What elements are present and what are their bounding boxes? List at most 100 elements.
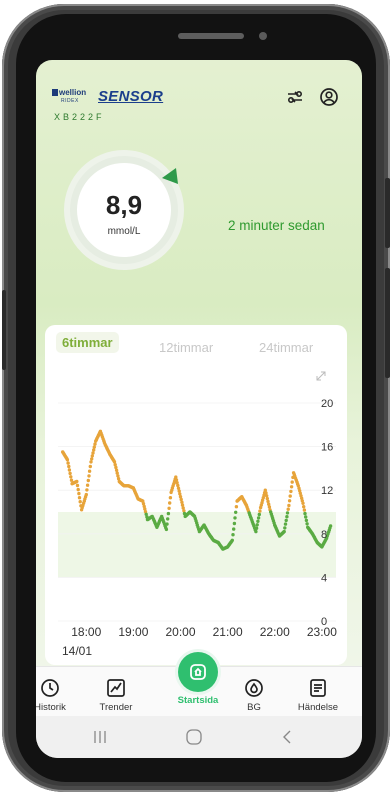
event-icon (288, 672, 348, 698)
glucose-point (257, 512, 261, 517)
nav-handelse[interactable]: Händelse (288, 667, 348, 713)
glucose-point (85, 483, 90, 487)
glucose-point (258, 509, 262, 513)
glucose-point (288, 494, 292, 498)
glucose-point (76, 487, 80, 492)
glucose-point (283, 526, 287, 530)
recents-icon[interactable] (94, 731, 106, 743)
app-screen: wellion RIDEX SENSOR XB222F 8,9 mmol/L 2… (36, 60, 362, 758)
glucose-point (304, 518, 309, 523)
glucose-point (305, 522, 309, 526)
x-tick-label: 19:00 (118, 625, 148, 639)
glucose-point (92, 445, 96, 449)
glucose-point (92, 448, 96, 452)
glucose-point (87, 469, 92, 473)
glucose-point (75, 483, 80, 488)
glucose-point (284, 518, 288, 523)
nav-historik[interactable]: Historik (36, 667, 80, 713)
glucose-point (77, 491, 81, 496)
glucose-point (254, 529, 258, 534)
glucose-point (67, 468, 72, 472)
home-circle-icon[interactable] (186, 729, 202, 745)
glucose-point (84, 492, 88, 497)
glucose-point (174, 478, 179, 482)
glucose-point (282, 529, 286, 534)
glucose-point (230, 538, 234, 542)
glucose-point (290, 480, 294, 484)
glucose-point (67, 464, 71, 469)
glucose-point (90, 454, 94, 458)
glucose-point (234, 505, 239, 509)
x-tick-label: 18:00 (71, 625, 101, 639)
glucose-point (233, 516, 237, 520)
glucose-point (287, 499, 292, 503)
glucose-point (285, 511, 290, 515)
nav-label: Historik (36, 702, 66, 713)
glucose-point (75, 479, 79, 484)
x-tick-label: 21:00 (213, 625, 243, 639)
glucose-point (286, 507, 290, 511)
x-tick-label: 22:00 (260, 625, 290, 639)
glucose-point (69, 475, 73, 479)
glucose-point (301, 501, 305, 505)
power-button (385, 268, 390, 378)
front-camera (259, 32, 267, 40)
nav-label: Händelse (297, 702, 339, 713)
nav-trender[interactable]: Trender (86, 667, 146, 713)
y-tick-label: 12 (321, 485, 333, 497)
nav-startsida[interactable] (178, 652, 218, 692)
glucose-point (168, 496, 173, 500)
expand-icon[interactable] (316, 371, 326, 381)
volume-button (385, 178, 390, 248)
glucose-point (68, 471, 72, 476)
glucose-point (69, 478, 74, 482)
glucose-point (167, 506, 171, 510)
glucose-point (85, 488, 89, 492)
glucose-point (256, 516, 261, 520)
earpiece-speaker (178, 33, 244, 39)
glucose-point (89, 460, 93, 464)
glucose-point (255, 523, 259, 527)
glucose-point (177, 489, 181, 493)
y-tick-label: 8 (321, 529, 327, 541)
glucose-point (285, 515, 289, 519)
glucose-point (166, 511, 171, 516)
glucose-point (289, 489, 293, 494)
trend-icon (86, 672, 146, 698)
nav-label-startsida: Startsida (177, 695, 219, 706)
chart-date: 14/01 (62, 644, 93, 658)
glucose-point (182, 509, 186, 513)
y-tick-label: 4 (321, 572, 327, 584)
glucose-point (78, 500, 82, 504)
y-tick-label: 20 (321, 398, 333, 410)
glucose-point (232, 521, 237, 526)
glucose-point (93, 442, 97, 446)
glucose-point (328, 524, 333, 528)
y-tick-label: 16 (321, 442, 333, 454)
glucose-point (303, 511, 307, 516)
glucose-point (283, 522, 288, 526)
glucose-point (88, 464, 92, 469)
glucose-point (86, 478, 90, 483)
glucose-point (180, 500, 184, 504)
glucose-point (87, 474, 91, 478)
glucose-point (304, 515, 308, 519)
glucose-point (234, 510, 238, 514)
glucose-point (265, 494, 269, 498)
glucose-point (166, 517, 170, 521)
glucose-point (66, 461, 70, 465)
glucose-chart: 048121620 18:00 19:00 20:00 21:00 22:00 23:00 (58, 371, 337, 639)
nav-bg[interactable]: BG (224, 667, 284, 713)
side-button (2, 290, 6, 370)
glucose-point (302, 505, 306, 509)
history-icon (36, 672, 80, 698)
system-nav-bar (36, 716, 362, 758)
glucose-point (287, 503, 291, 508)
glucose-point (289, 485, 294, 489)
nav-label: Trender (99, 702, 133, 713)
glucose-point (77, 496, 82, 500)
glucose-point (168, 501, 172, 505)
glucose-point (302, 508, 307, 512)
glucose-point (65, 458, 70, 462)
back-icon[interactable] (283, 730, 291, 744)
